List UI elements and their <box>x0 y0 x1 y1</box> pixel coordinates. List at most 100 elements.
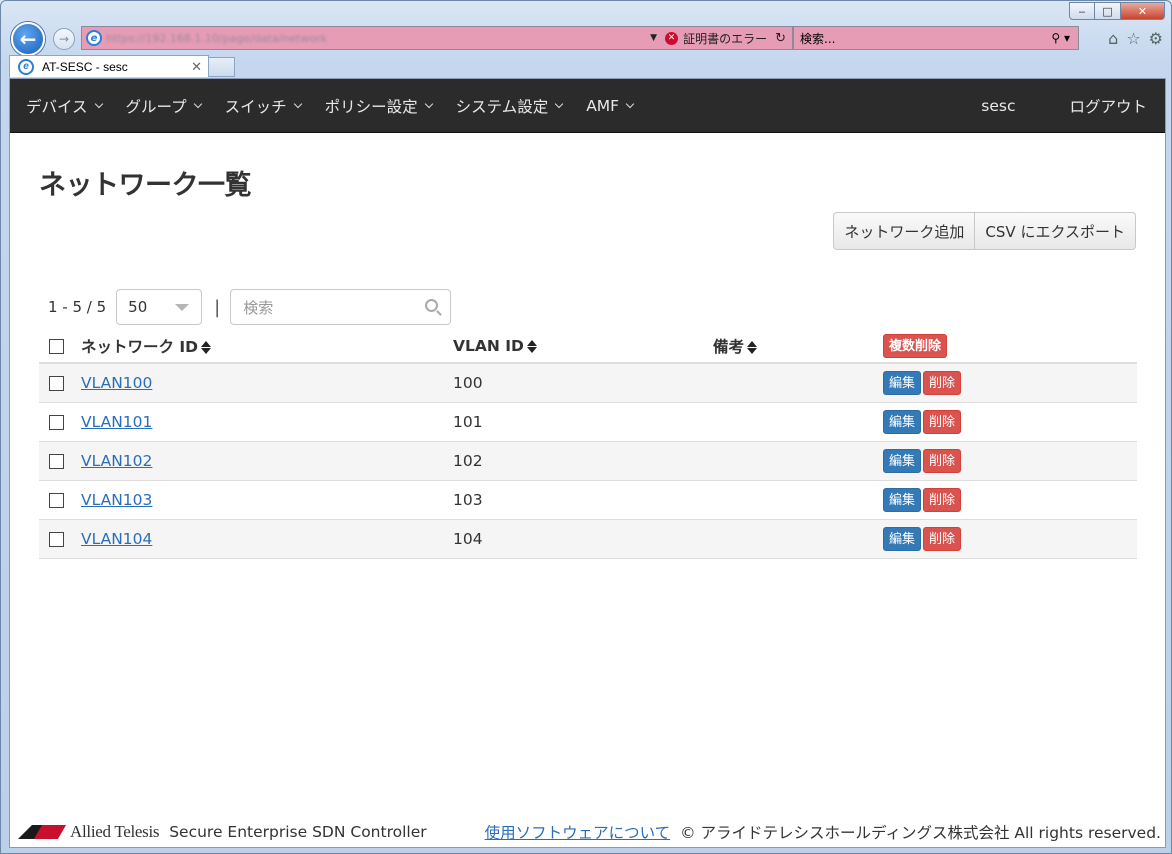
window-controls: ‒ □ ✕ <box>1069 2 1165 20</box>
browser-search-placeholder[interactable]: 検索... <box>800 30 1051 47</box>
note-cell <box>713 480 883 520</box>
vlan-id-cell: 101 <box>453 402 713 442</box>
address-dropdown-icon[interactable]: ▼ <box>650 33 657 43</box>
search-icon[interactable]: ⚲ ▾ <box>1051 31 1070 45</box>
edit-button[interactable]: 編集 <box>883 448 922 473</box>
product-name: Secure Enterprise SDN Controller <box>169 823 427 841</box>
nav-policy-label: ポリシー設定 <box>324 97 418 116</box>
address-bar[interactable]: e https://192.168.1.10/page/data/network… <box>81 26 793 50</box>
nav-user[interactable]: sesc <box>981 97 1015 115</box>
edit-button[interactable]: 編集 <box>883 487 922 512</box>
chevron-down-icon <box>625 99 635 109</box>
search-icon[interactable] <box>425 299 439 312</box>
select-all-checkbox[interactable] <box>49 338 64 354</box>
home-icon[interactable]: ⌂ <box>1108 29 1118 48</box>
page-footer: Allied Telesis Secure Enterprise SDN Con… <box>10 817 1165 847</box>
address-url[interactable]: https://192.168.1.10/page/data/network <box>106 32 642 45</box>
per-page-select[interactable]: 50 <box>116 289 203 325</box>
row-select-cell <box>39 363 81 403</box>
search-input[interactable]: 検索 <box>230 289 452 325</box>
browser-search-box[interactable]: 検索... ⚲ ▾ <box>793 26 1079 50</box>
network-id-link[interactable]: VLAN104 <box>81 530 152 548</box>
tab-strip: e AT-SESC - sesc ✕ <box>9 55 235 77</box>
tab-close-icon[interactable]: ✕ <box>191 59 202 75</box>
copyright-text: © アライドテレシスホールディングス株式会社 All rights reserv… <box>680 824 1161 842</box>
header-vlan-id-label: VLAN ID <box>453 336 524 355</box>
chevron-down-icon <box>554 99 564 109</box>
tab-title[interactable]: AT-SESC - sesc <box>42 60 191 74</box>
page-viewport: デバイス グループ スイッチ ポリシー設定 システム設定 AMF sesc ログ… <box>9 78 1166 848</box>
back-arrow-icon[interactable]: ← <box>11 22 45 56</box>
delete-button[interactable]: 削除 <box>923 448 962 473</box>
nav-switches[interactable]: スイッチ <box>224 95 302 117</box>
minimize-button[interactable]: ‒ <box>1069 2 1095 20</box>
edit-button[interactable]: 編集 <box>883 370 922 395</box>
network-id-cell: VLAN104 <box>81 519 453 559</box>
actions-cell: 編集 削除 <box>883 480 1137 520</box>
gear-icon[interactable]: ⚙ <box>1149 29 1163 48</box>
per-page-value: 50 <box>128 298 148 316</box>
search-placeholder: 検索 <box>243 298 274 317</box>
network-id-link[interactable]: VLAN102 <box>81 452 152 470</box>
bulk-delete-button[interactable]: 複数削除 <box>883 333 948 358</box>
edit-button[interactable]: 編集 <box>883 409 922 434</box>
row-select-cell <box>39 519 81 559</box>
maximize-button[interactable]: □ <box>1095 2 1121 20</box>
favorites-star-icon[interactable]: ☆ <box>1126 29 1140 48</box>
software-info-link[interactable]: 使用ソフトウェアについて <box>485 821 671 843</box>
nav-groups[interactable]: グループ <box>126 95 202 117</box>
header-vlan-id[interactable]: VLAN ID <box>453 329 713 364</box>
table-body: VLAN100 100 編集 削除 VLAN101 101 編集 削除 VLAN10… <box>39 363 1137 559</box>
row-select-cell <box>39 402 81 442</box>
edit-button[interactable]: 編集 <box>883 526 922 551</box>
nav-amf-label: AMF <box>586 96 620 115</box>
sort-icon[interactable] <box>747 340 758 354</box>
chevron-down-icon <box>293 99 302 109</box>
nav-amf[interactable]: AMF <box>586 96 635 115</box>
network-id-link[interactable]: VLAN101 <box>81 413 152 431</box>
logout-link[interactable]: ログアウト <box>1069 95 1147 117</box>
network-id-cell: VLAN103 <box>81 480 453 520</box>
actions-cell: 編集 削除 <box>883 441 1137 481</box>
delete-button[interactable]: 削除 <box>923 409 962 434</box>
add-network-button[interactable]: ネットワーク追加 <box>833 212 976 250</box>
row-checkbox[interactable] <box>49 375 64 391</box>
row-checkbox[interactable] <box>49 531 64 547</box>
cert-error-icon[interactable]: ✕ <box>665 31 679 45</box>
header-network-id[interactable]: ネットワーク ID <box>81 329 453 364</box>
actions-cell: 編集 削除 <box>883 363 1137 403</box>
note-cell <box>713 402 883 442</box>
sort-icon[interactable] <box>201 340 212 354</box>
pager-controls: 1 - 5 / 5 50 | 検索 <box>48 289 452 325</box>
page-title: ネットワーク一覧 <box>39 170 252 201</box>
vlan-id-cell: 103 <box>453 480 713 520</box>
row-checkbox[interactable] <box>49 492 64 508</box>
table-header-row: ネットワーク ID VLAN ID 備考 複数削除 <box>39 329 1137 364</box>
header-note-label: 備考 <box>713 337 745 356</box>
network-table: ネットワーク ID VLAN ID 備考 複数削除 VLAN100 100 編集… <box>39 329 1137 559</box>
header-note[interactable]: 備考 <box>713 329 883 364</box>
cert-error-label[interactable]: 証明書のエラー <box>683 30 767 47</box>
nav-switches-label: スイッチ <box>224 97 287 116</box>
new-tab-button[interactable] <box>209 57 235 77</box>
tab-active[interactable]: e AT-SESC - sesc ✕ <box>9 55 209 77</box>
delete-button[interactable]: 削除 <box>923 370 962 395</box>
note-cell <box>713 363 883 403</box>
header-network-id-label: ネットワーク ID <box>81 337 199 356</box>
nav-system[interactable]: システム設定 <box>456 95 564 117</box>
nav-devices[interactable]: デバイス <box>26 95 103 117</box>
export-csv-button[interactable]: CSV にエクスポート <box>975 212 1136 250</box>
sort-icon[interactable] <box>526 339 537 353</box>
chevron-down-icon <box>424 99 433 109</box>
delete-button[interactable]: 削除 <box>923 526 962 551</box>
close-window-button[interactable]: ✕ <box>1121 2 1165 20</box>
forward-arrow-icon[interactable]: → <box>53 28 75 50</box>
network-id-link[interactable]: VLAN100 <box>81 374 152 392</box>
row-checkbox[interactable] <box>49 414 64 430</box>
refresh-icon[interactable]: ↻ <box>775 31 786 46</box>
row-select-cell <box>39 441 81 481</box>
network-id-link[interactable]: VLAN103 <box>81 491 152 509</box>
row-checkbox[interactable] <box>49 453 64 469</box>
delete-button[interactable]: 削除 <box>923 487 962 512</box>
nav-policy[interactable]: ポリシー設定 <box>324 95 433 117</box>
